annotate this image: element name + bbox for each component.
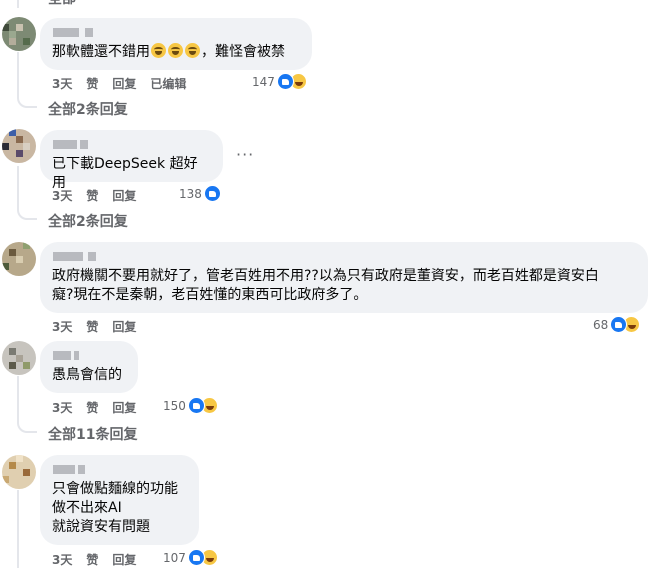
like-icon (203, 185, 221, 202)
like-icon (187, 397, 205, 414)
comment-bubble: 愚鳥會信的 (40, 341, 138, 393)
comment-text: 只會做點麵線的功能 做不出來AI 就說資安有問題 (52, 481, 178, 535)
reaction-count: 138 (179, 186, 202, 201)
avatar[interactable] (2, 242, 36, 276)
like-button[interactable]: 赞 (86, 75, 98, 92)
reaction-count: 68 (593, 317, 609, 332)
laughing-emoji-icon (151, 43, 166, 58)
comment-actions: 3天 赞 回复 (52, 551, 136, 568)
view-replies-link[interactable]: 全部11条回复 (48, 424, 137, 444)
comment-actions: 3天 赞 回复 已编辑 (52, 75, 186, 92)
like-button[interactable]: 赞 (86, 318, 98, 335)
avatar[interactable] (2, 341, 36, 375)
thread-line (17, 52, 19, 94)
thread-elbow (17, 206, 37, 220)
reaction-summary[interactable]: 107 (163, 549, 218, 566)
edited-label: 已编辑 (150, 77, 187, 91)
reaction-summary[interactable]: 150 (163, 397, 218, 414)
more-options-button[interactable]: ··· (236, 145, 254, 164)
reply-button[interactable]: 回复 (112, 399, 136, 416)
like-icon (187, 549, 205, 566)
view-replies-link[interactable]: 全部2条回复 (48, 211, 128, 231)
view-replies-link[interactable]: 全部 (48, 0, 76, 8)
reply-button[interactable]: 回复 (112, 75, 136, 92)
reaction-count: 150 (163, 398, 186, 413)
avatar[interactable] (2, 455, 36, 489)
comment-bubble: 已下載DeepSeek 超好用 (40, 130, 223, 191)
thread-elbow (17, 419, 37, 433)
timestamp[interactable]: 3天 (52, 75, 72, 92)
author-name[interactable] (52, 463, 187, 477)
thread-line (17, 490, 19, 568)
like-icon (276, 73, 294, 90)
reaction-summary[interactable]: 68 (593, 316, 641, 333)
author-name[interactable] (52, 349, 126, 363)
comment-text: 那軟體還不錯用 ，難怪會被禁 (52, 43, 285, 60)
reaction-summary[interactable]: 138 (179, 185, 221, 202)
view-replies-link[interactable]: 全部2条回复 (48, 99, 128, 119)
reaction-summary[interactable]: 147 (252, 73, 307, 90)
like-button[interactable]: 赞 (86, 187, 98, 204)
comment-actions: 3天 赞 回复 (52, 318, 136, 335)
comment-bubble: 政府機關不要用就好了，管老百姓用不用??以為只有政府是董資安，而老百姓都是資安白… (40, 242, 648, 313)
comment-text: 政府機關不要用就好了，管老百姓用不用??以為只有政府是董資安，而老百姓都是資安白… (52, 268, 599, 303)
comment-actions: 3天 赞 回复 (52, 399, 136, 416)
like-button[interactable]: 赞 (86, 399, 98, 416)
avatar[interactable] (2, 17, 36, 51)
author-name[interactable] (52, 138, 211, 152)
reply-button[interactable]: 回复 (112, 551, 136, 568)
avatar[interactable] (2, 129, 36, 163)
comment-bubble: 那軟體還不錯用 ，難怪會被禁 (40, 18, 312, 70)
thread-elbow (17, 94, 37, 108)
thread-line (17, 376, 19, 419)
comment-bubble: 只會做點麵線的功能 做不出來AI 就說資安有問題 (40, 455, 199, 545)
laughing-emoji-icon (168, 43, 183, 58)
thread-line (17, 0, 19, 8)
like-button[interactable]: 赞 (86, 551, 98, 568)
timestamp[interactable]: 3天 (52, 399, 72, 416)
timestamp[interactable]: 3天 (52, 187, 72, 204)
author-name[interactable] (52, 26, 300, 40)
timestamp[interactable]: 3天 (52, 551, 72, 568)
comment-text: 愚鳥會信的 (52, 367, 122, 383)
reaction-count: 107 (163, 550, 186, 565)
author-name[interactable] (52, 250, 636, 264)
comment-actions: 3天 赞 回复 (52, 187, 136, 204)
reply-button[interactable]: 回复 (112, 187, 136, 204)
laughing-emoji-icon (185, 43, 200, 58)
timestamp[interactable]: 3天 (52, 318, 72, 335)
reply-button[interactable]: 回复 (112, 318, 136, 335)
reaction-count: 147 (252, 74, 275, 89)
thread-line (17, 166, 19, 206)
